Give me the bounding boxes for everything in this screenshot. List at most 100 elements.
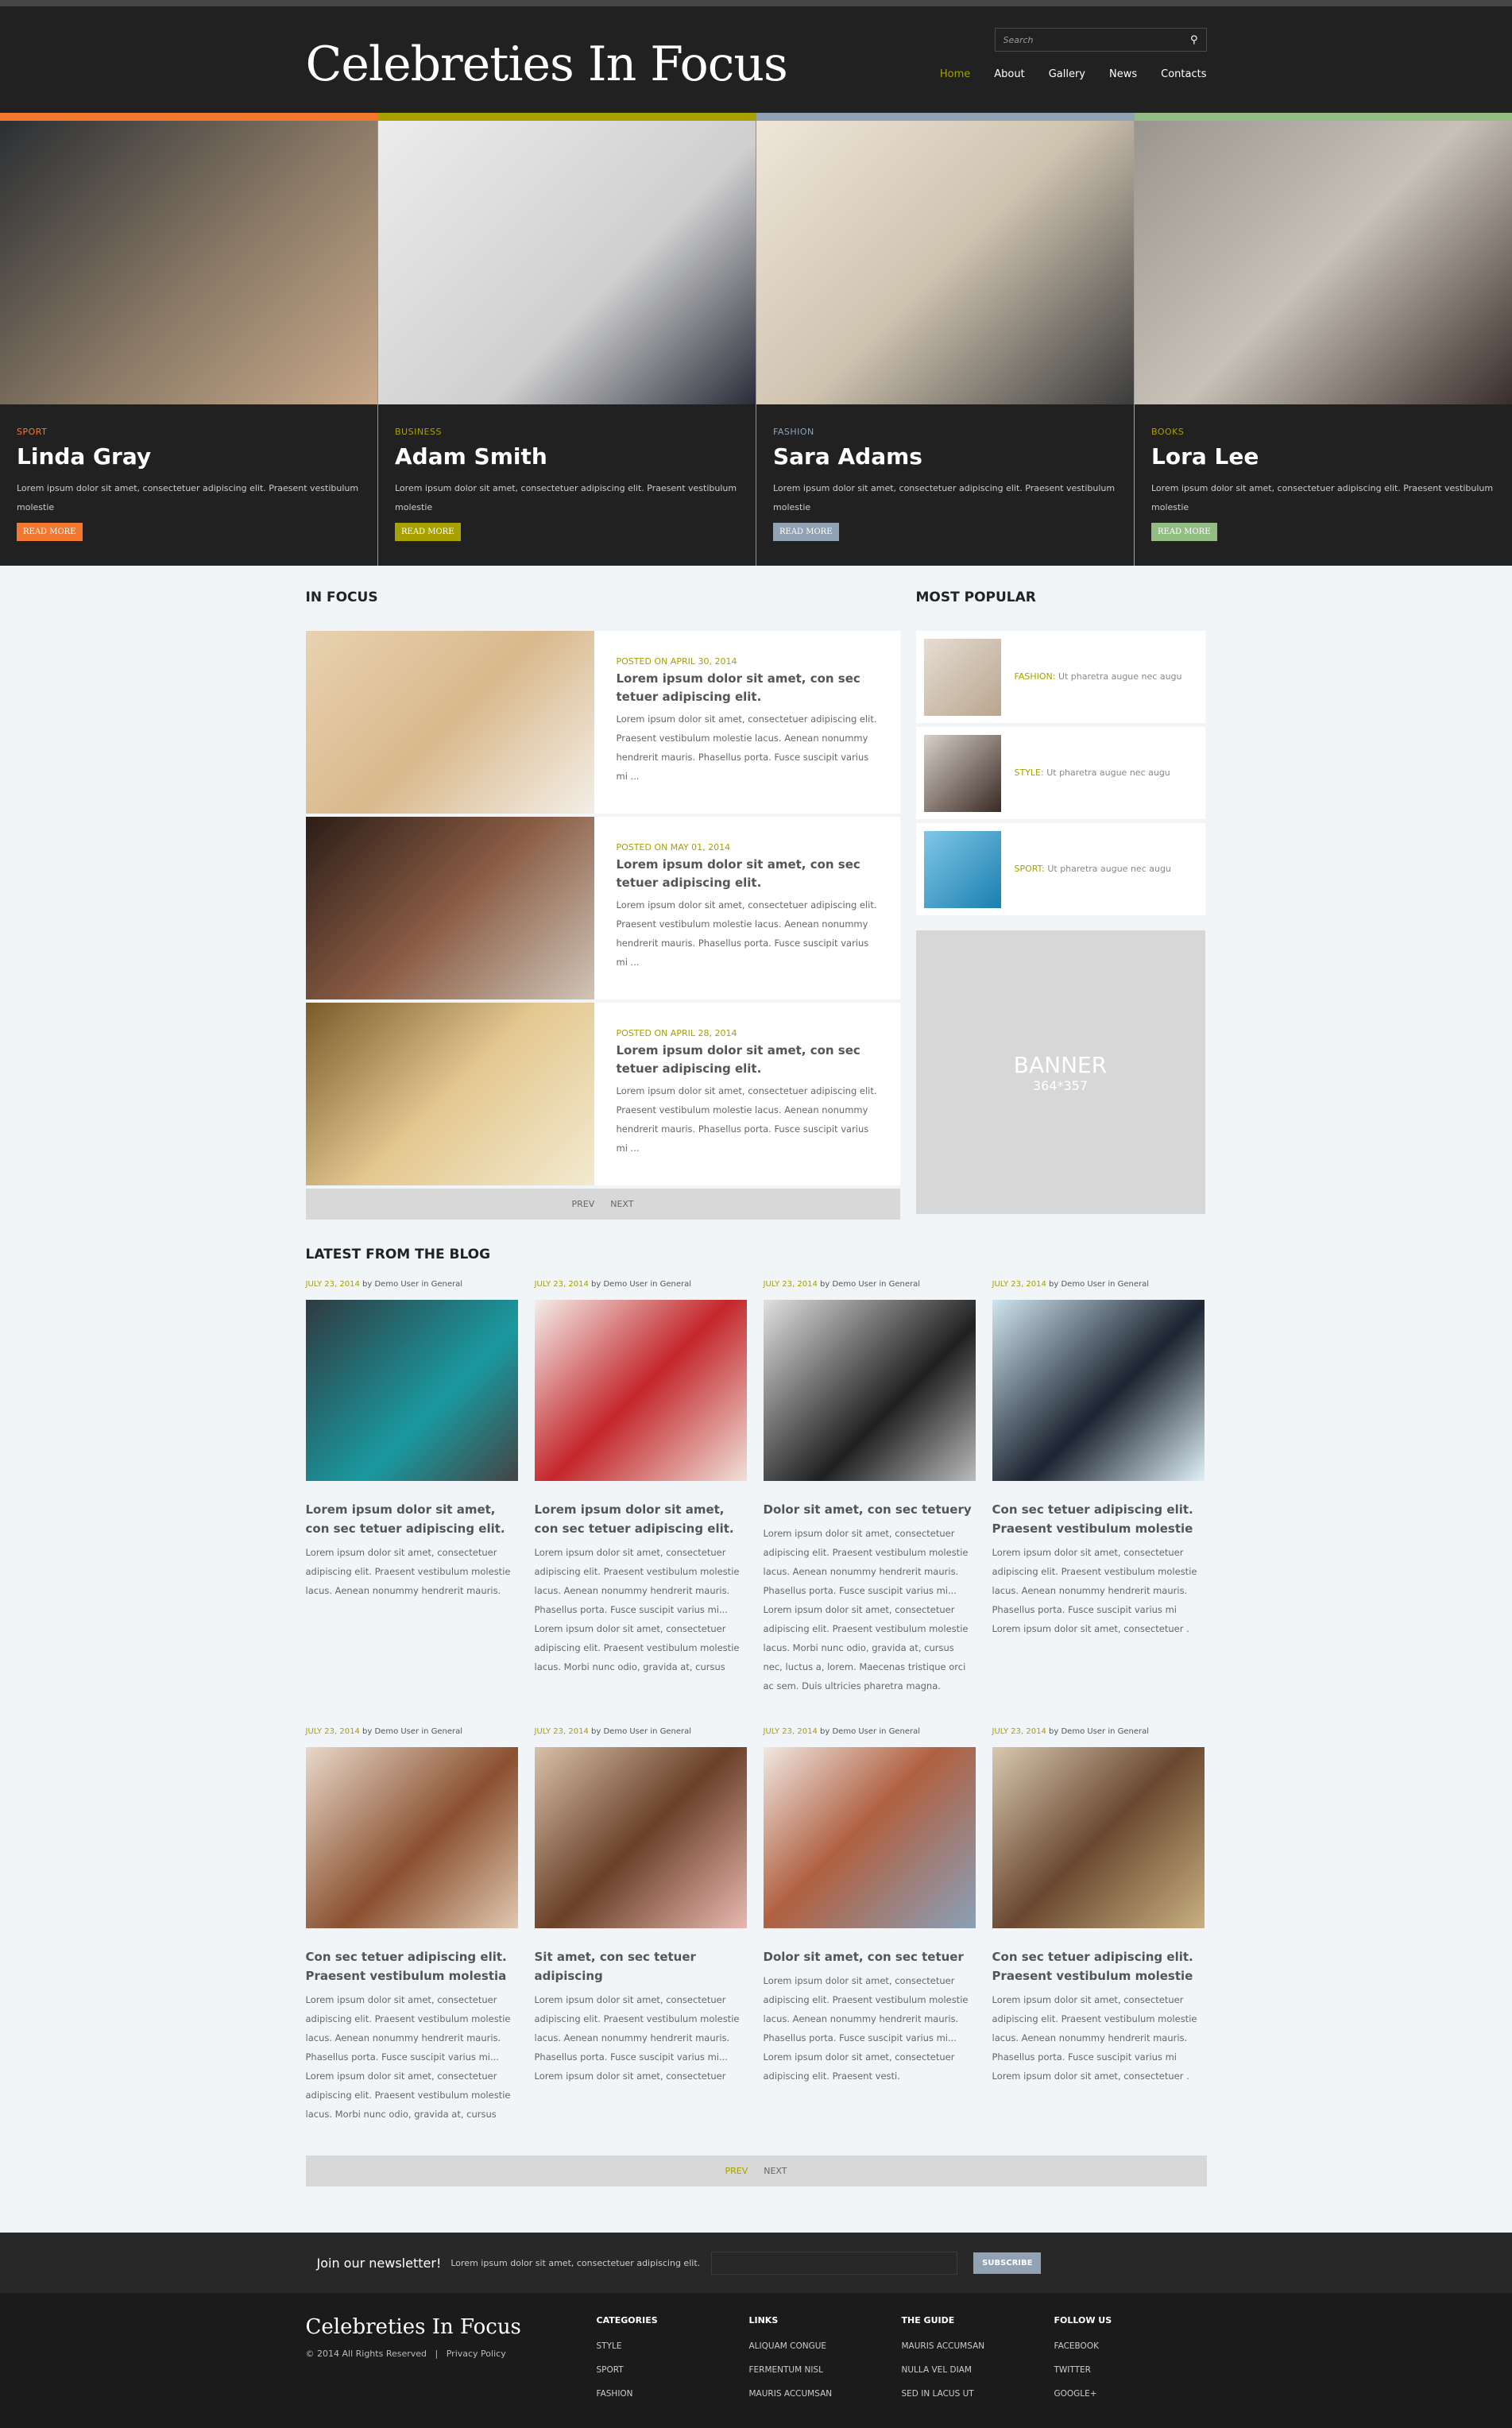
read-more-button[interactable]: READ MORE	[773, 523, 839, 541]
footer-column: FOLLOW US FACEBOOK TWITTER GOOGLE+	[1054, 2315, 1207, 2413]
footer-link[interactable]: MAURIS ACCUMSAN	[902, 2341, 1054, 2351]
post-image[interactable]	[992, 1747, 1205, 1928]
site-logo[interactable]: Celebreties In Focus	[306, 37, 788, 92]
footer-link[interactable]: FERMENTUM NISL	[749, 2365, 902, 2375]
blog-post: JULY 23, 2014 by Demo User in General Lo…	[305, 1280, 518, 1695]
blog-post: JULY 23, 2014 by Demo User in General Co…	[992, 1280, 1205, 1695]
focus-image[interactable]	[305, 631, 594, 814]
post-image[interactable]	[763, 1747, 976, 1928]
post-title[interactable]: Lorem ipsum dolor sit amet, con sec tetu…	[535, 1500, 747, 1538]
popular-text: Ut pharetra augue nec augu	[1046, 767, 1170, 778]
post-title[interactable]: Con sec tetuer adipiscing elit. Praesent…	[992, 1947, 1205, 1985]
main-content: IN FOCUS POSTED ON APRIL 30, 2014 Lorem …	[305, 566, 1207, 2186]
post-image[interactable]	[305, 1747, 518, 1928]
post-title[interactable]: Dolor sit amet, con sec tetuery	[764, 1500, 976, 1519]
separator: |	[435, 2349, 439, 2359]
slide-name[interactable]: Linda Gray	[17, 443, 361, 470]
blog-post: JULY 23, 2014 by Demo User in General Si…	[534, 1727, 747, 2124]
slide-image[interactable]	[756, 121, 1134, 404]
post-title[interactable]: Lorem ipsum dolor sit amet, con sec tetu…	[617, 670, 878, 706]
section-title: IN FOCUS	[305, 590, 378, 605]
post-date: JULY 23, 2014	[763, 1727, 818, 1736]
slide-image[interactable]	[1135, 121, 1512, 404]
blog-post: JULY 23, 2014 by Demo User in General Co…	[992, 1727, 1205, 2124]
prev-button[interactable]: PREV	[571, 1199, 594, 1209]
slide-name[interactable]: Adam Smith	[395, 443, 739, 470]
slide-name[interactable]: Sara Adams	[773, 443, 1117, 470]
banner-title: BANNER	[1013, 1051, 1108, 1078]
nav-news[interactable]: News	[1109, 68, 1137, 80]
post-excerpt: Lorem ipsum dolor sit amet, consectetuer…	[534, 1547, 740, 1672]
slide-image[interactable]	[0, 121, 377, 404]
prev-button[interactable]: PREV	[725, 2166, 748, 2176]
footer-link[interactable]: TWITTER	[1054, 2365, 1207, 2375]
slide: FASHION Sara Adams Lorem ipsum dolor sit…	[756, 113, 1135, 566]
footer-link[interactable]: SED IN LACUS UT	[902, 2389, 1054, 2399]
post-meta: JULY 23, 2014 by Demo User in General	[992, 1280, 1205, 1289]
read-more-button[interactable]: READ MORE	[17, 523, 83, 541]
post-date: JULY 23, 2014	[992, 1280, 1046, 1289]
footer-link[interactable]: GOOGLE+	[1054, 2389, 1207, 2399]
focus-item: POSTED ON MAY 01, 2014 Lorem ipsum dolor…	[305, 817, 900, 999]
search-icon[interactable]: ⚲	[1190, 34, 1198, 46]
site-footer: Celebreties In Focus © 2014 All Rights R…	[0, 2293, 1512, 2428]
in-focus-pager: PREV NEXT	[305, 1189, 900, 1220]
footer-logo[interactable]: Celebreties In Focus	[306, 2315, 597, 2339]
post-image[interactable]	[534, 1747, 747, 1928]
subscribe-button[interactable]: SUBSCRIBE	[973, 2252, 1042, 2274]
post-title[interactable]: Lorem ipsum dolor sit amet, con sec tetu…	[306, 1500, 518, 1538]
post-title[interactable]: Lorem ipsum dolor sit amet, con sec tetu…	[617, 1042, 878, 1078]
footer-link[interactable]: ALIQUAM CONGUE	[749, 2341, 902, 2351]
post-image[interactable]	[534, 1300, 747, 1481]
focus-image[interactable]	[305, 817, 594, 999]
footer-link[interactable]: NULLA VEL DIAM	[902, 2365, 1054, 2375]
post-date: JULY 23, 2014	[534, 1727, 589, 1736]
post-title[interactable]: Con sec tetuer adipiscing elit. Praesent…	[992, 1500, 1205, 1538]
post-date: JULY 23, 2014	[534, 1280, 589, 1289]
popular-item[interactable]: SPORT: Ut pharetra augue nec augu	[915, 823, 1205, 915]
popular-item[interactable]: STYLE: Ut pharetra augue nec augu	[915, 727, 1205, 819]
section-title: LATEST FROM THE BLOG	[305, 1247, 491, 1262]
slide-text: Lorem ipsum dolor sit amet, consectetuer…	[1151, 483, 1494, 512]
post-image[interactable]	[305, 1300, 518, 1481]
nav-contacts[interactable]: Contacts	[1161, 68, 1206, 80]
search-input[interactable]	[1003, 34, 1190, 45]
privacy-link[interactable]: Privacy Policy	[447, 2349, 506, 2359]
slide-name[interactable]: Lora Lee	[1151, 443, 1495, 470]
post-image[interactable]	[992, 1300, 1205, 1481]
footer-link[interactable]: STYLE	[597, 2341, 749, 2351]
post-excerpt: Lorem ipsum dolor sit amet, consectetuer…	[305, 1547, 511, 1596]
post-image[interactable]	[763, 1300, 976, 1481]
focus-image[interactable]	[305, 1003, 594, 1185]
read-more-button[interactable]: READ MORE	[395, 523, 461, 541]
nav-home[interactable]: Home	[940, 68, 970, 80]
slide-category: BUSINESS	[395, 427, 442, 437]
ad-banner[interactable]: BANNER 364*357	[915, 930, 1205, 1214]
blog-post: JULY 23, 2014 by Demo User in General Lo…	[534, 1280, 747, 1695]
post-meta: JULY 23, 2014 by Demo User in General	[306, 1280, 518, 1289]
footer-link[interactable]: MAURIS ACCUMSAN	[749, 2389, 902, 2399]
slide-image[interactable]	[378, 121, 756, 404]
post-title[interactable]: Con sec tetuer adipiscing elit. Praesent…	[306, 1947, 518, 1985]
post-title[interactable]: Lorem ipsum dolor sit amet, con sec tetu…	[617, 856, 878, 892]
post-meta: JULY 23, 2014 by Demo User in General	[992, 1727, 1205, 1736]
newsletter-email-input[interactable]	[711, 2251, 958, 2275]
footer-link[interactable]: FASHION	[597, 2389, 749, 2399]
post-author: by Demo User in General	[1049, 1727, 1150, 1736]
post-title[interactable]: Dolor sit amet, con sec tetuer	[764, 1947, 976, 1966]
footer-link[interactable]: SPORT	[597, 2365, 749, 2375]
next-button[interactable]: NEXT	[764, 2166, 787, 2176]
post-author: by Demo User in General	[362, 1727, 463, 1736]
nav-about[interactable]: About	[994, 68, 1024, 80]
post-meta: JULY 23, 2014 by Demo User in General	[764, 1280, 976, 1289]
popular-text: Ut pharetra augue nec augu	[1058, 671, 1182, 682]
read-more-button[interactable]: READ MORE	[1151, 523, 1217, 541]
post-title[interactable]: Sit amet, con sec tetuer adipiscing	[535, 1947, 747, 1985]
footer-link[interactable]: FACEBOOK	[1054, 2341, 1207, 2351]
popular-item[interactable]: FASHION: Ut pharetra augue nec augu	[915, 631, 1205, 723]
post-excerpt: Lorem ipsum dolor sit amet, consectetuer…	[763, 1528, 969, 1691]
next-button[interactable]: NEXT	[610, 1199, 633, 1209]
blog-post: JULY 23, 2014 by Demo User in General Do…	[763, 1280, 976, 1695]
nav-gallery[interactable]: Gallery	[1049, 68, 1085, 80]
slide: BOOKS Lora Lee Lorem ipsum dolor sit ame…	[1135, 113, 1512, 566]
